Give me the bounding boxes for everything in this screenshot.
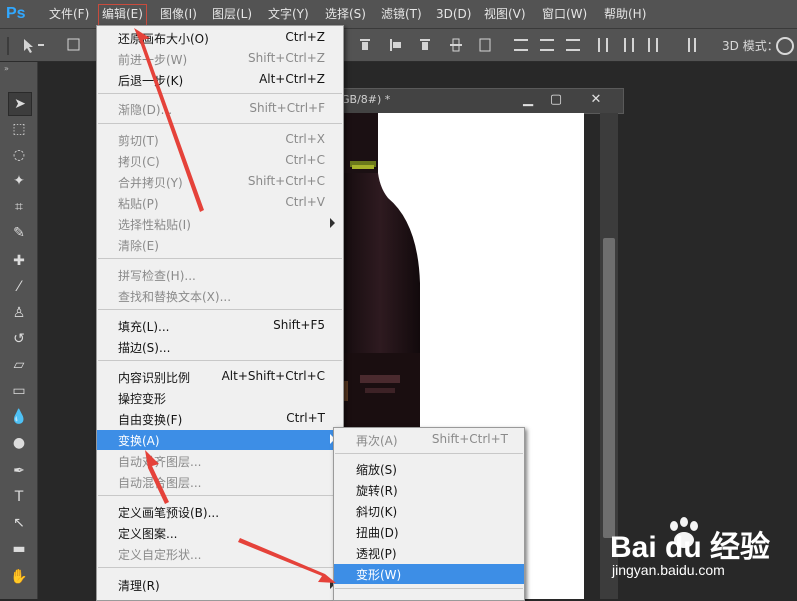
toolbox-collapse-icon[interactable]: »: [4, 64, 9, 73]
menu-find-replace-text[interactable]: 查找和替换文本(X)...: [97, 286, 343, 306]
menu-define-brush-preset[interactable]: 定义画笔预设(B)...: [97, 502, 343, 522]
menu-3d[interactable]: 3D(D): [433, 4, 474, 24]
move-tool-icon[interactable]: ➤: [8, 92, 32, 116]
menu-clear[interactable]: 清除(E): [97, 235, 343, 255]
document-title: GB/8#) *: [341, 93, 391, 106]
pen-tool-icon[interactable]: ✒: [8, 460, 30, 482]
watermark-brand: Bai du 经验: [610, 531, 771, 564]
menu-step-forward[interactable]: 前进一步(W) Shift+Ctrl+Z: [97, 49, 343, 69]
menu-stroke[interactable]: 描边(S)...: [97, 337, 343, 357]
menu-select[interactable]: 选择(S): [322, 4, 369, 24]
healing-brush-tool-icon[interactable]: ✚: [8, 250, 30, 272]
submenu-distort[interactable]: 扭曲(D): [334, 522, 524, 542]
menu-puppet-warp[interactable]: 操控变形: [97, 388, 343, 408]
magic-wand-tool-icon[interactable]: ✦: [8, 170, 30, 192]
menu-define-custom-shape[interactable]: 定义自定形状...: [97, 544, 343, 564]
watermark-url: jingyan.baidu.com: [612, 562, 725, 578]
brush-tool-icon[interactable]: ⁄: [8, 276, 30, 298]
menu-cut[interactable]: 剪切(T) Ctrl+X: [97, 130, 343, 150]
minimize-icon[interactable]: ▁: [515, 91, 541, 109]
type-tool-icon[interactable]: T: [8, 486, 30, 508]
submenu-perspective[interactable]: 透视(P): [334, 543, 524, 563]
menu-undo-canvas-size[interactable]: 还原画布大小(O) Ctrl+Z: [97, 28, 343, 48]
menu-auto-blend-layers[interactable]: 自动混合图层...: [97, 472, 343, 492]
path-selection-tool-icon[interactable]: ↖: [8, 512, 30, 534]
menu-transform[interactable]: 变换(A): [97, 430, 343, 450]
menu-separator: [98, 258, 342, 259]
menu-paste[interactable]: 粘贴(P) Ctrl+V: [97, 193, 343, 213]
submenu-scale[interactable]: 缩放(S): [334, 459, 524, 479]
menu-separator: [98, 123, 342, 124]
menu-separator: [98, 495, 342, 496]
menu-paste-special[interactable]: 选择性粘贴(I): [97, 214, 343, 234]
menu-layer[interactable]: 图层(L): [209, 4, 255, 24]
menu-define-pattern[interactable]: 定义图案...: [97, 523, 343, 543]
menu-purge[interactable]: 清理(R): [97, 575, 343, 595]
auto-select-checkbox: [67, 38, 80, 51]
transform-submenu: 再次(A) Shift+Ctrl+T 缩放(S) 旋转(R) 斜切(K) 扭曲(D…: [333, 427, 525, 601]
menu-step-backward[interactable]: 后退一步(K) Alt+Ctrl+Z: [97, 70, 343, 90]
menu-separator: [98, 309, 342, 310]
menu-separator: [98, 567, 342, 568]
photoshop-logo: Ps: [6, 5, 26, 22]
edit-menu: 还原画布大小(O) Ctrl+Z 前进一步(W) Shift+Ctrl+Z 后退一步…: [96, 25, 344, 601]
baidu-jingyan-watermark: Bai du 经验 jingyan.baidu.com: [610, 514, 790, 594]
menu-separator: [98, 93, 342, 94]
crop-tool-icon[interactable]: ⌗: [8, 196, 30, 218]
menu-window[interactable]: 窗口(W): [539, 4, 590, 24]
submenu-warp[interactable]: 变形(W): [334, 564, 524, 584]
menu-check-spelling[interactable]: 拼写检查(H)...: [97, 265, 343, 285]
menu-copy[interactable]: 拷贝(C) Ctrl+C: [97, 151, 343, 171]
menu-view[interactable]: 视图(V): [481, 4, 529, 24]
history-brush-tool-icon[interactable]: ↺: [8, 328, 30, 350]
menu-file[interactable]: 文件(F): [46, 4, 92, 24]
3d-mode-label: 3D 模式：: [722, 39, 779, 53]
eyedropper-tool-icon[interactable]: ✎: [8, 222, 30, 244]
menu-help[interactable]: 帮助(H): [601, 4, 649, 24]
submenu-again[interactable]: 再次(A) Shift+Ctrl+T: [334, 430, 524, 450]
menu-edit[interactable]: 编辑(E): [98, 4, 147, 26]
menu-separator: [98, 360, 342, 361]
scrollbar-thumb[interactable]: [603, 238, 615, 538]
menu-fill[interactable]: 填充(L)... Shift+F5: [97, 316, 343, 336]
lasso-tool-icon[interactable]: ◌: [8, 144, 30, 166]
menu-image[interactable]: 图像(I): [157, 4, 200, 24]
menu-fade[interactable]: 渐隐(D)... Shift+Ctrl+F: [97, 99, 343, 119]
menu-auto-align-layers[interactable]: 自动对齐图层...: [97, 451, 343, 471]
menu-filter[interactable]: 滤镜(T): [378, 4, 425, 24]
shape-tool-icon[interactable]: ▬: [8, 538, 30, 560]
dodge-tool-icon[interactable]: ●: [8, 432, 30, 454]
eraser-tool-icon[interactable]: ▱: [8, 354, 30, 376]
close-icon[interactable]: ✕: [579, 91, 613, 109]
submenu-arrow-icon: [330, 218, 335, 228]
menu-copy-merged[interactable]: 合并拷贝(Y) Shift+Ctrl+C: [97, 172, 343, 192]
3d-mode-icon[interactable]: [776, 37, 794, 55]
clone-stamp-tool-icon[interactable]: ♙: [8, 302, 30, 324]
submenu-separator: [335, 453, 523, 454]
toolbox: » ➤ ⬚ ◌ ✦ ⌗ ✎ ✚ ⁄ ♙ ↺ ▱ ▭ 💧 ● ✒ T ↖ ▬ ✋: [0, 62, 38, 599]
gradient-tool-icon[interactable]: ▭: [8, 380, 30, 402]
move-tool-icon: [24, 39, 33, 53]
menu-free-transform[interactable]: 自由变换(F) Ctrl+T: [97, 409, 343, 429]
hand-tool-icon[interactable]: ✋: [8, 566, 30, 588]
document-window-titlebar[interactable]: GB/8#) * ▁ ▢ ✕: [332, 88, 624, 114]
submenu-separator: [335, 588, 523, 589]
maximize-icon[interactable]: ▢: [543, 91, 569, 109]
blur-tool-icon[interactable]: 💧: [8, 406, 30, 428]
menu-content-aware-scale[interactable]: 内容识别比例 Alt+Shift+Ctrl+C: [97, 367, 343, 387]
marquee-tool-icon[interactable]: ⬚: [8, 118, 30, 140]
submenu-rotate[interactable]: 旋转(R): [334, 480, 524, 500]
menu-type[interactable]: 文字(Y): [265, 4, 312, 24]
submenu-skew[interactable]: 斜切(K): [334, 501, 524, 521]
